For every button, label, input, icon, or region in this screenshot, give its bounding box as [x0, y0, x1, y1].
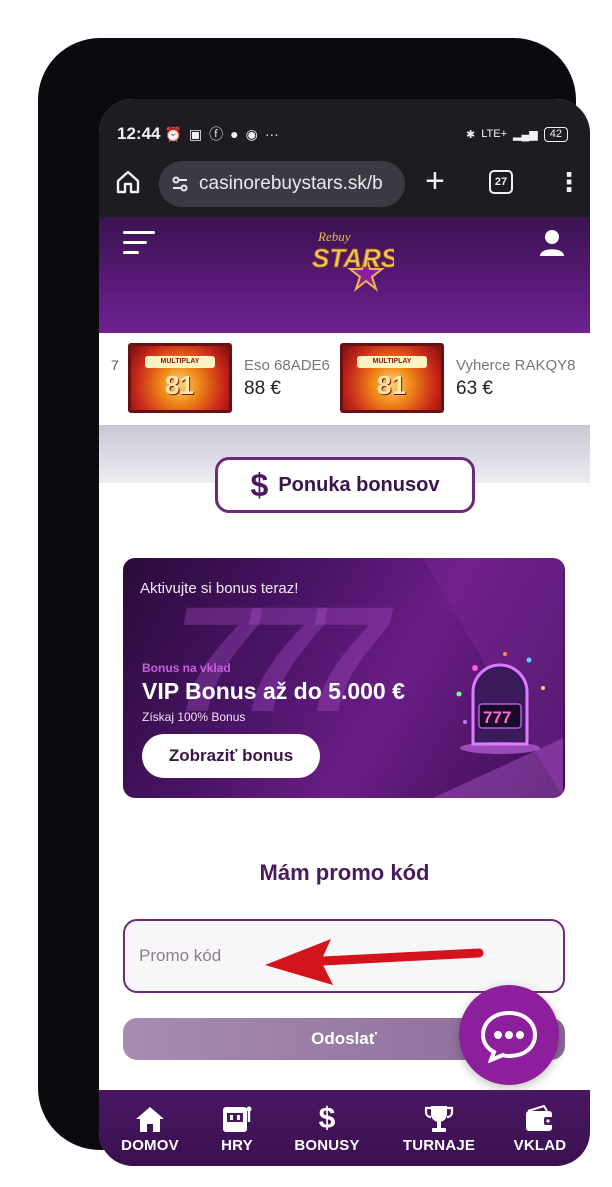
alarm-icon: ⏰ — [164, 125, 182, 142]
status-time: 12:44 — [117, 124, 161, 143]
signal-icon: ▂▄▆ — [513, 128, 538, 141]
nav-item-bonusy[interactable]: $ BONUSY — [288, 1090, 366, 1154]
promo-code-title: Mám promo kód — [259, 860, 430, 885]
site-header: Rebuy STARS — [99, 217, 590, 333]
tab-count: 27 — [494, 176, 508, 188]
banner-subtitle: Získaj 100% Bonus — [142, 710, 246, 724]
browser-toolbar: casinorebuystars.sk/b + 27 ⋮ — [99, 155, 590, 217]
winner-item[interactable]: MULTIPLAY 81 Vyherce RAKQY8 63 € — [340, 343, 576, 413]
status-bar: 12:44 ⏰ ▣ ⓕ ● ◉ ··· ✱ LTE+ ▂▄▆ 42 — [99, 99, 590, 155]
banner-tag: Bonus na vklad — [142, 661, 231, 675]
nav-item-domov[interactable]: DOMOV — [117, 1090, 183, 1154]
dollar-icon: $ — [250, 466, 269, 503]
nav-label: TURNAJE — [402, 1137, 476, 1154]
more-icon: ··· — [264, 126, 279, 142]
discord-icon: ◉ — [245, 125, 258, 142]
new-tab-icon[interactable]: + — [425, 161, 445, 201]
nav-item-vklad[interactable]: VKLAD — [509, 1090, 571, 1154]
chat-icon: ● — [230, 126, 239, 142]
promo-code-placeholder: Promo kód — [139, 946, 222, 965]
hamburger-menu-icon[interactable] — [123, 231, 155, 257]
address-bar[interactable]: casinorebuystars.sk/b — [159, 161, 405, 207]
game-thumbnail[interactable]: MULTIPLAY 81 — [340, 343, 444, 413]
bottom-navigation: DOMOV HRY $ BONUSY TURNAJE VKLAD — [99, 1090, 590, 1166]
nav-label: DOMOV — [121, 1137, 179, 1154]
ticker-cut-text: 7 — [111, 357, 119, 373]
slot-machine-illustration: 777 — [456, 652, 545, 754]
game-band-text: MULTIPLAY — [145, 356, 215, 368]
banner-pre-title: Aktivujte si bonus teraz! — [140, 580, 299, 597]
url-text: casinorebuystars.sk/b — [199, 173, 383, 194]
chat-bubble-icon — [480, 1010, 538, 1063]
battery-indicator: 42 — [543, 126, 568, 142]
facebook-icon: ⓕ — [209, 126, 224, 142]
trophy-icon — [424, 1102, 454, 1136]
phone-screen: 12:44 ⏰ ▣ ⓕ ● ◉ ··· ✱ LTE+ ▂▄▆ 42 casino… — [99, 99, 590, 1166]
nav-item-hry[interactable]: HRY — [213, 1090, 261, 1154]
red-arrow-annotation — [265, 939, 484, 985]
nav-label: BONUSY — [294, 1137, 360, 1154]
game-number-text: 81 — [377, 370, 406, 400]
network-label: LTE+ — [481, 128, 508, 140]
phone-frame: 12:44 ⏰ ▣ ⓕ ● ◉ ··· ✱ LTE+ ▂▄▆ 42 casino… — [38, 38, 590, 1166]
bluetooth-icon: ✱ — [466, 128, 476, 141]
wallet-icon — [524, 1102, 556, 1136]
show-bonus-button[interactable]: Zobraziť bonus — [142, 734, 320, 778]
notification-icons: ⏰ ▣ ⓕ ● ◉ ··· — [164, 124, 278, 144]
bonus-offer-label: Ponuka bonusov — [278, 473, 440, 496]
system-icons: ✱ LTE+ ▂▄▆ 42 — [466, 126, 568, 142]
winner-name: Vyherce RAKQY8 — [456, 356, 576, 374]
nfc-icon: ▣ — [188, 125, 203, 142]
game-thumbnail[interactable]: MULTIPLAY 81 — [128, 343, 232, 413]
logo-small-text: Rebuy — [317, 229, 351, 244]
nav-item-turnaje[interactable]: TURNAJE — [397, 1090, 481, 1154]
game-number-text: 81 — [165, 370, 194, 400]
winner-info: Vyherce RAKQY8 63 € — [456, 357, 576, 400]
slot-machine-icon — [221, 1102, 253, 1136]
game-band-text: MULTIPLAY — [357, 356, 427, 368]
bonus-offer-button[interactable]: $ Ponuka bonusov — [215, 457, 475, 513]
live-chat-button[interactable] — [459, 985, 559, 1085]
winner-amount: 63 € — [456, 377, 493, 399]
nav-label: HRY — [221, 1137, 253, 1154]
bonus-banner[interactable]: 777 Aktivujte si bonus teraz! Bonus na v… — [123, 558, 565, 798]
tab-switcher-button[interactable]: 27 — [489, 170, 513, 194]
banner-title: VIP Bonus až do 5.000 € — [142, 678, 405, 704]
browser-menu-icon[interactable]: ⋮ — [556, 167, 582, 197]
winner-name: Eso 68ADE6 — [244, 356, 330, 374]
winner-amount: 88 € — [244, 377, 281, 399]
home-icon[interactable] — [115, 169, 141, 195]
logo-main-text: STARS — [312, 243, 394, 273]
user-account-icon[interactable] — [539, 229, 565, 257]
svg-text:777: 777 — [483, 708, 511, 727]
winners-ticker: 7 MULTIPLAY 81 Eso 68ADE6 88 € MULTIPLAY… — [99, 333, 590, 425]
rebuy-stars-logo[interactable]: Rebuy STARS — [304, 223, 394, 293]
winner-item[interactable]: MULTIPLAY 81 Eso 68ADE6 88 € — [128, 343, 330, 413]
home-icon — [134, 1102, 166, 1136]
nav-label: VKLAD — [513, 1137, 567, 1154]
site-settings-icon[interactable] — [171, 175, 189, 193]
dollar-icon: $ — [318, 1102, 336, 1135]
winner-info: Eso 68ADE6 88 € — [244, 357, 330, 400]
